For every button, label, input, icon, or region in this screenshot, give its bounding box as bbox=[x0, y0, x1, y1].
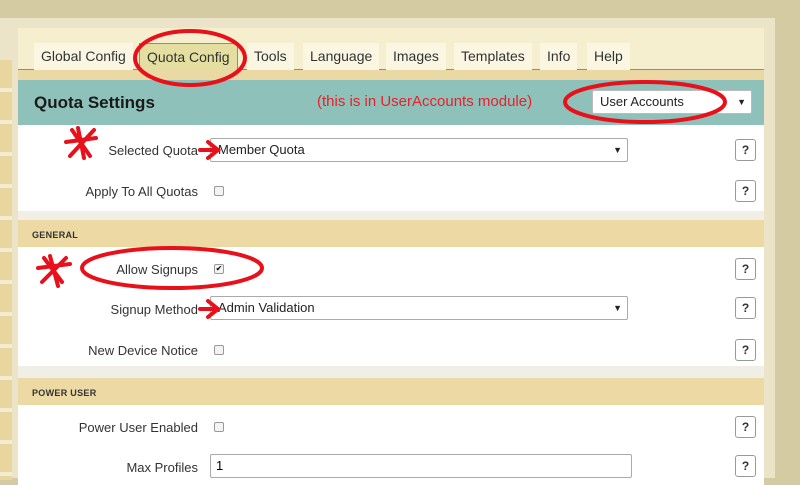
selected-quota-value: Member Quota bbox=[218, 142, 305, 157]
left-sidebar bbox=[0, 60, 12, 480]
annotation-note: (this is in UserAccounts module) bbox=[317, 93, 533, 110]
signup-method-value: Admin Validation bbox=[218, 300, 315, 315]
tab-tools[interactable]: Tools bbox=[247, 43, 294, 70]
power-user-checkbox[interactable] bbox=[214, 422, 224, 432]
panel-header: Quota Settings (this is in UserAccounts … bbox=[18, 80, 764, 125]
settings-form: Selected Quota Member Quota ▼ ? Apply To … bbox=[18, 125, 764, 485]
module-select-value: User Accounts bbox=[600, 94, 684, 109]
new-device-checkbox[interactable] bbox=[214, 345, 224, 355]
tab-global-config[interactable]: Global Config bbox=[34, 43, 133, 70]
help-button[interactable]: ? bbox=[735, 416, 756, 438]
help-button[interactable]: ? bbox=[735, 139, 756, 161]
allow-signups-checkbox[interactable]: ✔ bbox=[214, 264, 224, 274]
divider bbox=[18, 211, 764, 220]
help-button[interactable]: ? bbox=[735, 297, 756, 319]
page-title: Quota Settings bbox=[34, 93, 155, 112]
help-button[interactable]: ? bbox=[735, 455, 756, 477]
power-user-label: Power User Enabled bbox=[78, 420, 198, 435]
divider bbox=[18, 70, 764, 80]
allow-signups-label: Allow Signups bbox=[116, 262, 198, 277]
chevron-down-icon: ▼ bbox=[737, 97, 746, 107]
section-power-user: POWER USER bbox=[18, 378, 764, 405]
tab-info[interactable]: Info bbox=[540, 43, 578, 70]
signup-method-label: Signup Method bbox=[110, 302, 198, 317]
apply-all-label: Apply To All Quotas bbox=[85, 184, 199, 199]
chevron-down-icon: ▼ bbox=[613, 303, 622, 313]
tab-language[interactable]: Language bbox=[303, 43, 380, 70]
module-select[interactable]: User Accounts ▼ bbox=[592, 90, 752, 114]
new-device-label: New Device Notice bbox=[88, 343, 198, 358]
tab-templates[interactable]: Templates bbox=[454, 43, 532, 70]
max-profiles-label: Max Profiles bbox=[126, 460, 198, 475]
signup-method-select[interactable]: Admin Validation ▼ bbox=[210, 296, 628, 320]
tab-images[interactable]: Images bbox=[386, 43, 446, 70]
section-general: GENERAL bbox=[18, 220, 764, 247]
help-button[interactable]: ? bbox=[735, 180, 756, 202]
help-button[interactable]: ? bbox=[735, 339, 756, 361]
apply-all-checkbox[interactable] bbox=[214, 186, 224, 196]
tab-bar: Global Config Quota Config Tools Languag… bbox=[18, 28, 764, 70]
selected-quota-select[interactable]: Member Quota ▼ bbox=[210, 138, 628, 162]
divider bbox=[18, 366, 764, 378]
tab-help[interactable]: Help bbox=[587, 43, 630, 70]
selected-quota-label: Selected Quota bbox=[108, 143, 198, 158]
help-button[interactable]: ? bbox=[735, 258, 756, 280]
tab-quota-config[interactable]: Quota Config bbox=[139, 43, 238, 70]
chevron-down-icon: ▼ bbox=[613, 145, 622, 155]
max-profiles-input[interactable]: 1 bbox=[210, 454, 632, 478]
